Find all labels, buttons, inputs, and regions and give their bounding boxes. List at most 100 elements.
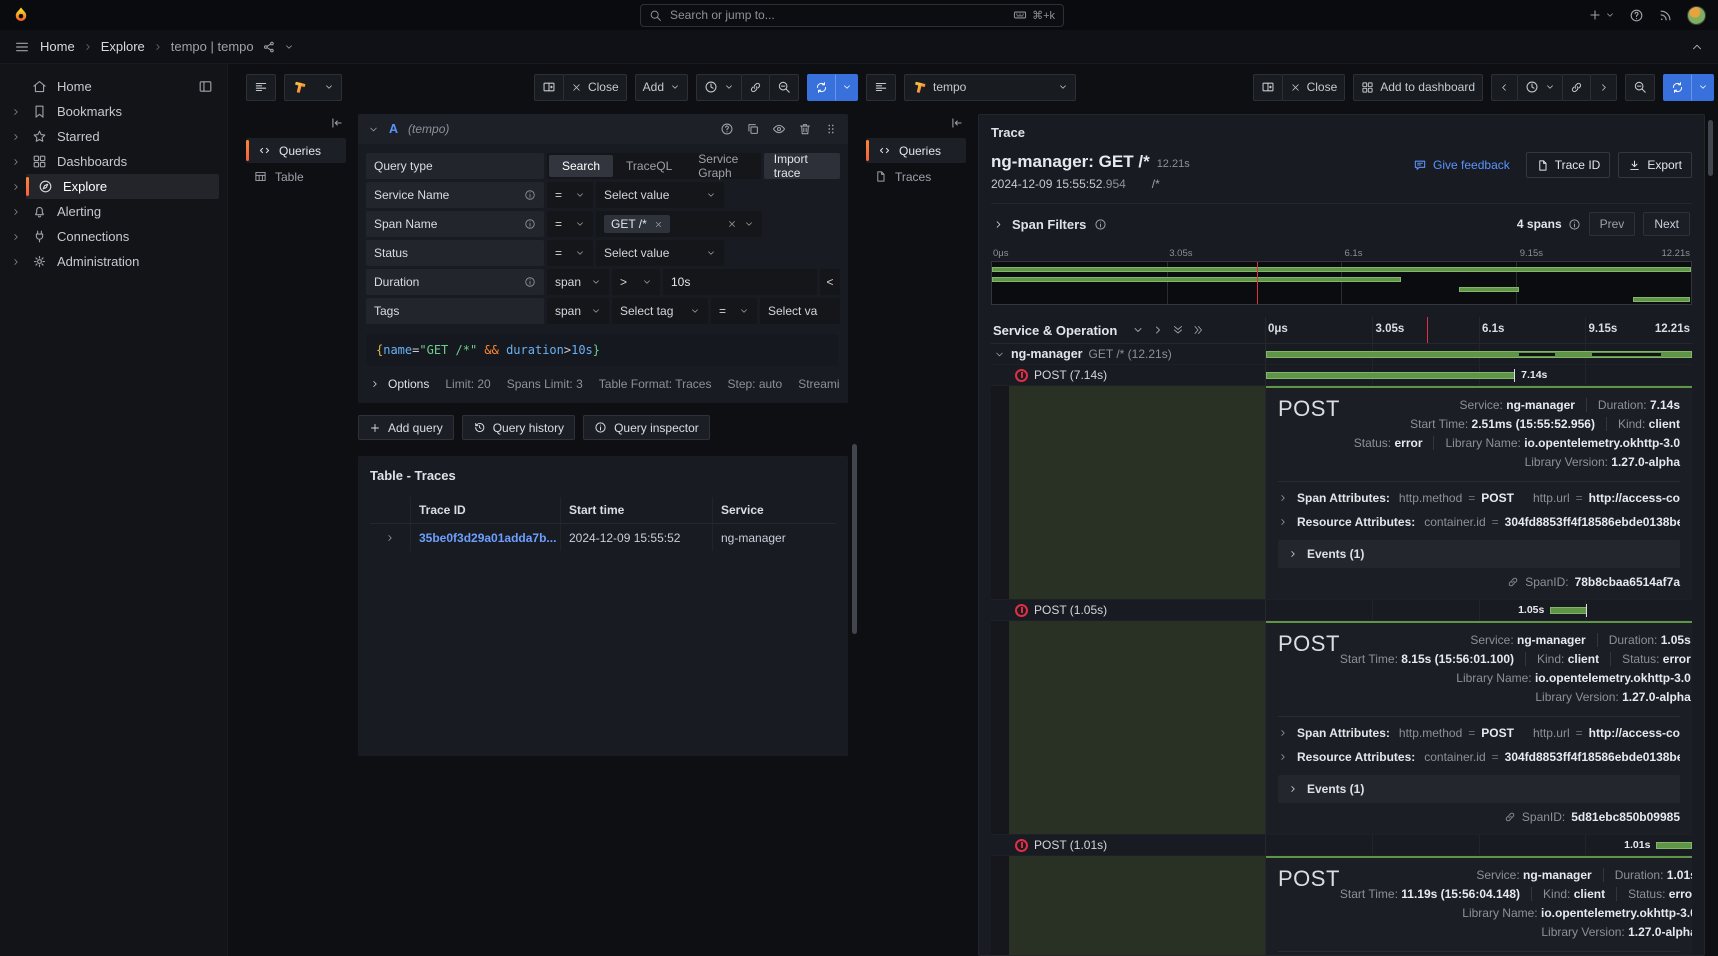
span-name-chip[interactable]: GET /* bbox=[604, 215, 670, 233]
col-header-start-time[interactable]: Start time bbox=[560, 497, 712, 524]
collapse-all-icon[interactable] bbox=[1172, 324, 1184, 336]
add-button[interactable]: Add bbox=[635, 74, 688, 101]
mega-menu-icon[interactable] bbox=[14, 39, 30, 55]
events-toggle[interactable]: Events (1) bbox=[1278, 540, 1680, 568]
tab-traceql[interactable]: TraceQL bbox=[613, 155, 685, 177]
next-span-button[interactable]: Next bbox=[1643, 212, 1690, 236]
zoom-out-button[interactable] bbox=[1625, 74, 1655, 101]
sidebar-item-administration[interactable]: Administration bbox=[6, 249, 219, 274]
tags-operator-select[interactable]: = bbox=[711, 298, 757, 324]
collapse-sidebar-icon[interactable] bbox=[330, 116, 344, 130]
import-trace-button[interactable]: Import trace bbox=[764, 153, 840, 179]
search-input[interactable] bbox=[670, 8, 1005, 22]
span-bar[interactable] bbox=[1266, 372, 1515, 379]
span-attributes-row[interactable]: Span Attributes: http.method=POST http.u… bbox=[1278, 721, 1680, 745]
add-to-dashboard-button[interactable]: Add to dashboard bbox=[1353, 74, 1483, 101]
span-row-post-2[interactable]: POST (1.05s) 1.05s bbox=[991, 600, 1692, 621]
share-icon[interactable] bbox=[262, 40, 276, 54]
collapse-span-icon[interactable] bbox=[994, 349, 1005, 360]
subnav-item-queries[interactable]: Queries bbox=[246, 138, 346, 163]
trace-minimap[interactable]: 0μs 3.05s 6.1s 9.15s 12.21s bbox=[991, 248, 1692, 305]
sidebar-item-bookmarks[interactable]: Bookmarks bbox=[6, 99, 219, 124]
resource-attributes-row[interactable]: Resource Attributes: container.id=304fd8… bbox=[1278, 510, 1680, 534]
query-options-row[interactable]: Options Limit: 20 Spans Limit: 3 Table F… bbox=[366, 366, 840, 395]
user-avatar[interactable] bbox=[1687, 6, 1706, 25]
delete-query-icon[interactable] bbox=[798, 122, 812, 136]
drag-handle-icon[interactable] bbox=[824, 122, 838, 136]
minimap-canvas[interactable] bbox=[991, 261, 1692, 305]
split-button[interactable] bbox=[1253, 74, 1283, 101]
sidebar-item-starred[interactable]: Starred bbox=[6, 124, 219, 149]
run-query-button[interactable] bbox=[1663, 74, 1714, 101]
tab-search[interactable]: Search bbox=[549, 155, 613, 177]
datasource-picker[interactable] bbox=[284, 74, 342, 101]
add-query-button[interactable]: Add query bbox=[358, 415, 454, 440]
collapse-query-icon[interactable] bbox=[368, 124, 379, 135]
clear-icon[interactable] bbox=[727, 219, 737, 229]
col-header-service[interactable]: Service bbox=[712, 497, 836, 524]
row-expander[interactable] bbox=[370, 524, 410, 551]
remove-chip-icon[interactable] bbox=[654, 220, 663, 229]
query-inspector-button[interactable]: Query inspector bbox=[583, 415, 710, 440]
news-button[interactable] bbox=[1658, 8, 1673, 23]
duration-max-operator-select[interactable]: < bbox=[820, 269, 840, 295]
span-name-value-select[interactable]: GET /* bbox=[596, 211, 762, 237]
subnav-item-table[interactable]: Table bbox=[246, 164, 346, 189]
duration-value-input[interactable] bbox=[671, 275, 809, 289]
give-feedback-link[interactable]: Give feedback bbox=[1413, 158, 1510, 172]
new-button[interactable] bbox=[1588, 8, 1615, 22]
breadcrumb-home[interactable]: Home bbox=[40, 39, 75, 54]
tags-value-select[interactable]: Select va bbox=[760, 298, 840, 324]
expand-all-icon[interactable] bbox=[1192, 324, 1204, 336]
search-box[interactable]: ⌘+k bbox=[640, 4, 1064, 27]
breadcrumb-explore[interactable]: Explore bbox=[101, 39, 145, 54]
span-name-operator-select[interactable]: = bbox=[547, 211, 593, 237]
grafana-logo-icon[interactable] bbox=[12, 6, 30, 24]
zoom-out-button[interactable] bbox=[769, 74, 799, 101]
copy-link-button[interactable] bbox=[1562, 74, 1591, 101]
collapse-one-icon[interactable] bbox=[1132, 324, 1144, 336]
prev-span-button[interactable]: Prev bbox=[1589, 212, 1636, 236]
duplicate-query-icon[interactable] bbox=[746, 122, 760, 136]
resource-attributes-row[interactable]: Resource Attributes: container.id=304fd8… bbox=[1278, 745, 1680, 769]
sidebar-item-dashboards[interactable]: Dashboards bbox=[6, 149, 219, 174]
tab-service-graph[interactable]: Service Graph bbox=[685, 155, 759, 177]
chevron-right-icon[interactable] bbox=[11, 232, 21, 242]
link-icon[interactable] bbox=[1504, 811, 1516, 823]
chevron-right-icon[interactable] bbox=[11, 107, 21, 117]
export-button[interactable]: Export bbox=[1618, 152, 1692, 178]
collapse-sidebar-icon[interactable] bbox=[950, 116, 964, 130]
time-range-button[interactable] bbox=[696, 74, 742, 101]
time-back-button[interactable] bbox=[1491, 74, 1518, 101]
chevron-right-icon[interactable] bbox=[11, 207, 21, 217]
scrollbar-thumb[interactable] bbox=[852, 444, 857, 634]
duration-scope-select[interactable]: span bbox=[547, 269, 609, 295]
hide-query-icon[interactable] bbox=[772, 122, 786, 136]
datasource-picker[interactable]: tempo bbox=[904, 74, 1076, 101]
query-rows-button[interactable] bbox=[866, 74, 896, 101]
link-icon[interactable] bbox=[1507, 576, 1519, 588]
sidebar-item-home[interactable]: Home bbox=[6, 74, 219, 99]
status-operator-select[interactable]: = bbox=[547, 240, 593, 266]
tags-scope-select[interactable]: span bbox=[547, 298, 609, 324]
subnav-item-queries[interactable]: Queries bbox=[866, 138, 966, 163]
chevron-right-icon[interactable] bbox=[11, 157, 21, 167]
query-rows-button[interactable] bbox=[246, 74, 276, 101]
span-bar[interactable] bbox=[1550, 607, 1587, 614]
help-button[interactable] bbox=[1629, 8, 1644, 23]
span-filters-toggle[interactable]: Span Filters bbox=[993, 217, 1107, 232]
split-button[interactable] bbox=[534, 74, 564, 101]
scrollbar-thumb[interactable] bbox=[1708, 120, 1713, 176]
query-help-icon[interactable] bbox=[720, 122, 734, 136]
service-name-value-select[interactable]: Select value bbox=[596, 182, 724, 208]
duration-operator-select[interactable]: > bbox=[612, 269, 660, 295]
subnav-item-traces[interactable]: Traces bbox=[866, 164, 966, 189]
copy-link-button[interactable] bbox=[741, 74, 770, 101]
span-row-post-1[interactable]: POST (7.14s) 7.14s bbox=[991, 365, 1692, 386]
span-attributes-row[interactable]: Span Attributes: http.method=POST http.u… bbox=[1278, 486, 1680, 510]
chevron-right-icon[interactable] bbox=[11, 132, 21, 142]
sidebar-item-explore[interactable]: Explore bbox=[6, 174, 219, 199]
time-range-button[interactable] bbox=[1517, 74, 1563, 101]
close-pane-button[interactable]: Close bbox=[1282, 74, 1346, 101]
chevron-right-icon[interactable] bbox=[11, 182, 21, 192]
